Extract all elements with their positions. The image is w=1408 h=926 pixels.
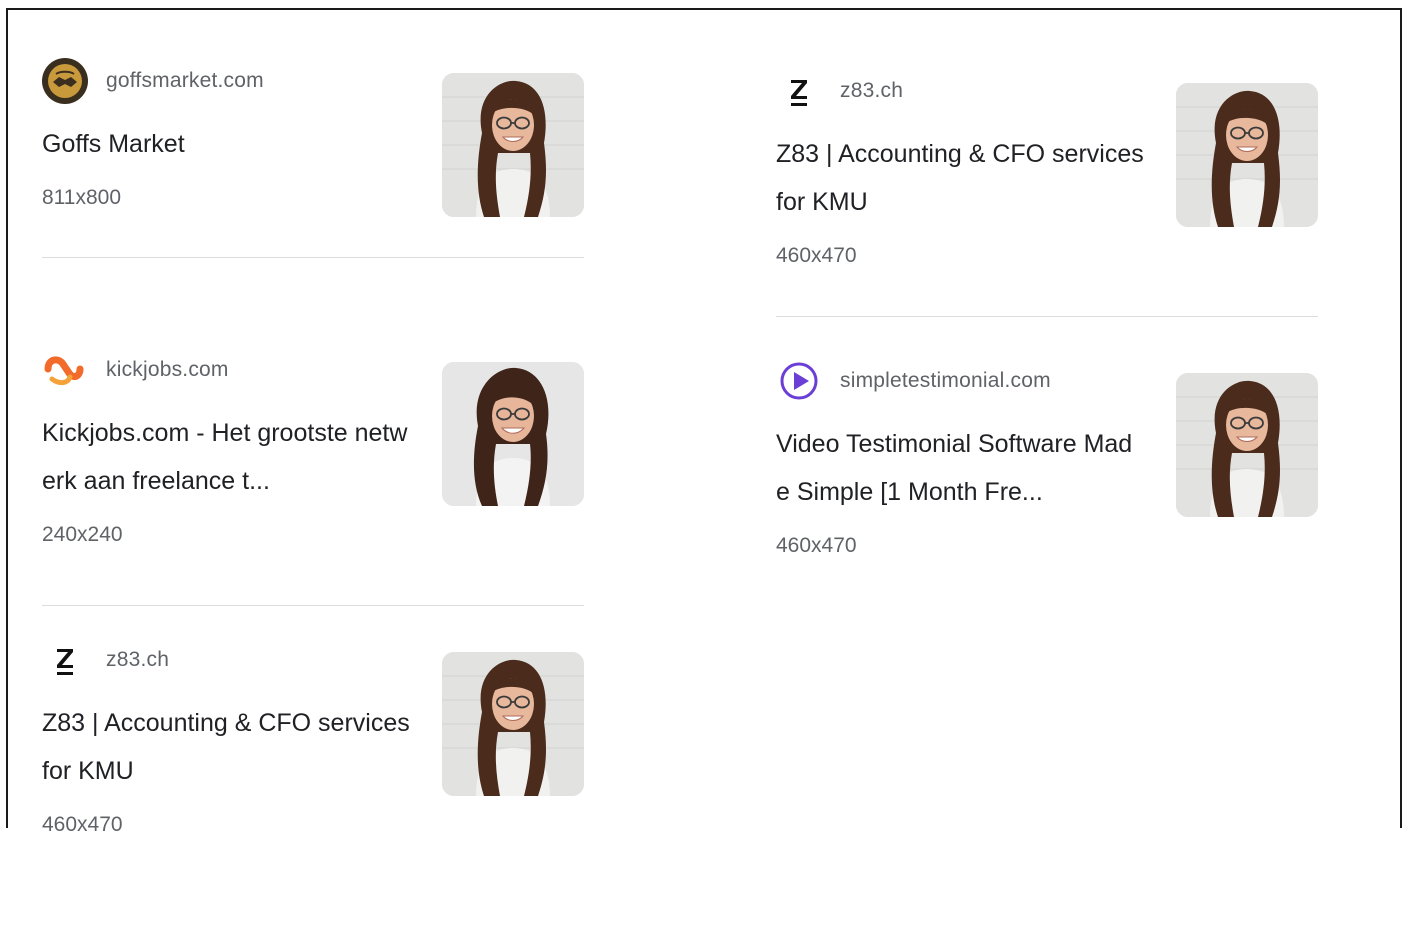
result-thumbnail[interactable] (442, 362, 584, 506)
z83-logo-icon (776, 68, 822, 114)
result-thumbnail[interactable] (1176, 373, 1318, 517)
result-title[interactable]: Z83 | Accounting & CFO services for KMU (776, 130, 1146, 226)
result-domain: goffsmarket.com (106, 69, 264, 92)
woman-portrait-image (442, 73, 584, 217)
woman-portrait-image (1176, 373, 1318, 517)
result-source[interactable]: simpletestimonial.com (776, 358, 1051, 404)
play-circle-icon (776, 358, 822, 404)
handshake-icon (42, 58, 88, 104)
result-divider (776, 316, 1318, 317)
result-image-size: 240x240 (42, 523, 123, 546)
result-domain: simpletestimonial.com (840, 369, 1051, 392)
result-title[interactable]: Z83 | Accounting & CFO services for KMU (42, 699, 412, 795)
result-image-size: 811x800 (42, 186, 122, 209)
result-title[interactable]: Video Testimonial Software Made Simple [… (776, 420, 1146, 516)
result-domain: z83.ch (840, 79, 904, 102)
result-source[interactable]: z83.ch (776, 68, 903, 114)
result-card[interactable]: kickjobs.com Kickjobs.com - Het grootste… (42, 347, 584, 637)
result-thumbnail[interactable] (442, 652, 584, 796)
result-image-size: 460x470 (776, 244, 857, 267)
result-image-size: 460x470 (776, 534, 857, 557)
result-thumbnail[interactable] (442, 73, 584, 217)
result-source[interactable]: kickjobs.com (42, 347, 229, 393)
result-card[interactable]: z83.ch Z83 | Accounting & CFO services f… (42, 637, 584, 926)
result-title[interactable]: Kickjobs.com - Het grootste netwerk aan … (42, 409, 412, 505)
result-thumbnail[interactable] (1176, 83, 1318, 227)
woman-portrait-image (442, 652, 584, 796)
result-divider (42, 257, 584, 258)
result-divider (42, 605, 584, 606)
result-source[interactable]: goffsmarket.com (42, 58, 264, 104)
result-card[interactable]: z83.ch Z83 | Accounting & CFO services f… (776, 68, 1318, 358)
results-column-left: goffsmarket.com Goffs Market 811x800 kic… (42, 58, 584, 926)
result-card[interactable]: simpletestimonial.com Video Testimonial … (776, 358, 1318, 647)
result-image-size: 460x470 (42, 813, 123, 836)
result-domain: kickjobs.com (106, 358, 229, 381)
woman-portrait-image (1176, 83, 1318, 227)
woman-portrait-image (442, 362, 584, 506)
orange-wave-icon (42, 347, 88, 393)
result-domain: z83.ch (106, 648, 170, 671)
result-card[interactable]: goffsmarket.com Goffs Market 811x800 (42, 58, 584, 347)
result-title[interactable]: Goffs Market (42, 120, 412, 168)
result-source[interactable]: z83.ch (42, 637, 169, 683)
z83-logo-icon (42, 637, 88, 683)
results-column-right: z83.ch Z83 | Accounting & CFO services f… (776, 68, 1318, 647)
